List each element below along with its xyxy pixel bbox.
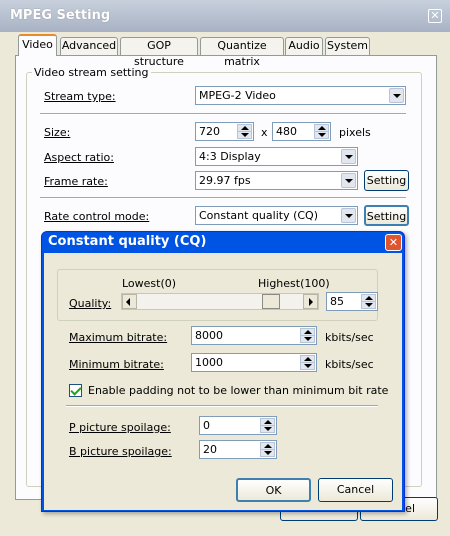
frame-rate-value: 29.97 fps: [199, 174, 251, 187]
height-spinner[interactable]: 480: [272, 122, 331, 141]
b-spoilage-value: 20: [203, 443, 217, 456]
divider: [66, 405, 378, 407]
quality-spin-buttons[interactable]: [361, 294, 376, 309]
max-bitrate-spin-buttons[interactable]: [300, 328, 315, 343]
frame-rate-select[interactable]: 29.97 fps: [195, 171, 358, 190]
b-spoilage-label: B picture spoilage:: [69, 445, 172, 458]
size-separator: x: [261, 126, 268, 139]
max-bitrate-value: 8000: [195, 329, 223, 342]
max-bitrate-label: Maximum bitrate:: [69, 331, 168, 344]
main-close-icon[interactable]: ✕: [428, 9, 442, 23]
p-spoilage-spin-buttons[interactable]: [260, 418, 275, 433]
min-bitrate-spinner[interactable]: 1000: [191, 353, 317, 372]
padding-checkbox-label[interactable]: Enable padding not to be lower than mini…: [88, 384, 388, 397]
quality-low-label: Lowest(0): [122, 277, 177, 290]
min-bitrate-value: 1000: [195, 356, 223, 369]
quality-label: Quality:: [69, 297, 112, 310]
tab-quantize-matrix[interactable]: Quantize matrix: [200, 37, 284, 68]
aspect-ratio-label: Aspect ratio:: [44, 151, 114, 164]
scroll-right-icon[interactable]: [303, 294, 318, 309]
video-stream-group-title: Video stream setting: [32, 66, 151, 79]
frame-rate-setting-button[interactable]: Setting: [364, 170, 409, 191]
rate-control-label: Rate control mode:: [44, 210, 150, 223]
size-unit: pixels: [339, 126, 371, 139]
ok-button[interactable]: OK: [236, 478, 311, 502]
chevron-down-icon[interactable]: [341, 173, 356, 188]
frame-rate-label: Frame rate:: [44, 175, 108, 188]
divider: [40, 113, 406, 115]
rate-control-setting-button[interactable]: Setting: [364, 205, 409, 226]
p-spoilage-spinner[interactable]: 0: [199, 416, 277, 435]
height-spin-buttons[interactable]: [314, 124, 329, 139]
cq-dialog-title: Constant quality (CQ): [48, 234, 207, 249]
padding-checkbox[interactable]: [69, 384, 82, 397]
chevron-down-icon[interactable]: [341, 149, 356, 164]
rate-control-select[interactable]: Constant quality (CQ): [195, 206, 358, 225]
quality-slider-thumb[interactable]: [262, 294, 280, 309]
min-bitrate-label: Minimum bitrate:: [69, 358, 164, 371]
max-bitrate-unit: kbits/sec: [325, 331, 374, 344]
stream-type-select[interactable]: MPEG-2 Video: [195, 86, 406, 105]
chevron-down-icon[interactable]: [341, 208, 356, 223]
rate-control-value: Constant quality (CQ): [199, 209, 318, 222]
b-spoilage-spinner[interactable]: 20: [199, 440, 277, 459]
main-window-title: MPEG Setting: [10, 8, 111, 23]
tab-video[interactable]: Video: [18, 34, 57, 56]
min-bitrate-spin-buttons[interactable]: [300, 355, 315, 370]
quality-slider[interactable]: [121, 293, 319, 310]
b-spoilage-spin-buttons[interactable]: [260, 442, 275, 457]
chevron-down-icon[interactable]: [389, 88, 404, 103]
size-label: Size:: [44, 126, 71, 139]
stream-type-value: MPEG-2 Video: [199, 89, 276, 102]
max-bitrate-spinner[interactable]: 8000: [191, 326, 317, 345]
stream-type-label: Stream type:: [44, 90, 116, 103]
width-spin-buttons[interactable]: [237, 124, 252, 139]
height-value: 480: [276, 125, 297, 138]
quality-high-label: Highest(100): [258, 277, 330, 290]
quality-spinner[interactable]: 85: [326, 292, 378, 311]
p-spoilage-label: P picture spoilage:: [69, 421, 171, 434]
tab-audio[interactable]: Audio: [285, 37, 323, 55]
width-spinner[interactable]: 720: [195, 122, 254, 141]
scroll-left-icon[interactable]: [122, 294, 137, 309]
aspect-ratio-select[interactable]: 4:3 Display: [195, 147, 358, 166]
min-bitrate-unit: kbits/sec: [325, 358, 374, 371]
aspect-ratio-value: 4:3 Display: [199, 150, 261, 163]
quality-value: 85: [330, 295, 344, 308]
tab-gop-structure[interactable]: GOP structure: [120, 37, 198, 68]
width-value: 720: [199, 125, 220, 138]
tab-advanced[interactable]: Advanced: [60, 37, 118, 55]
cancel-button[interactable]: Cancel: [318, 478, 393, 502]
divider: [40, 197, 406, 199]
tab-system[interactable]: System: [325, 37, 370, 55]
p-spoilage-value: 0: [203, 419, 210, 432]
cq-close-icon[interactable]: ✕: [385, 234, 402, 251]
